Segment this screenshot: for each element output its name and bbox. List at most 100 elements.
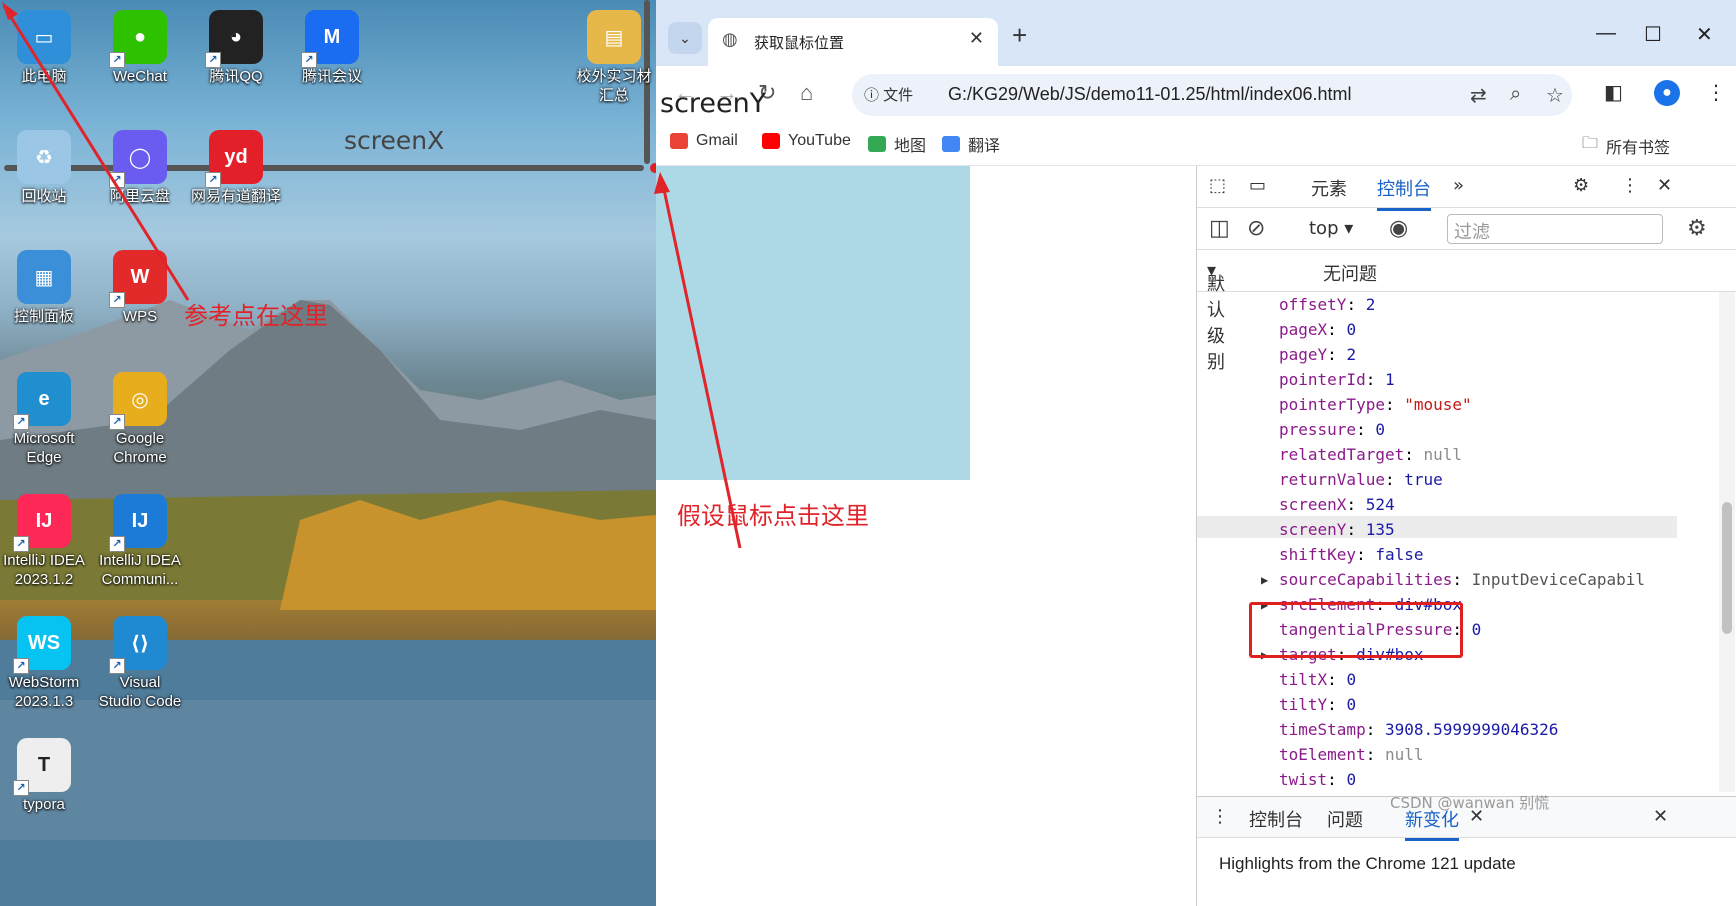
menu-dots-icon[interactable]: ⋮	[1706, 80, 1726, 105]
all-bookmarks-label: 所有书签	[1606, 139, 1671, 157]
window-close-icon[interactable]: ✕	[1696, 22, 1713, 47]
box-element[interactable]	[656, 166, 970, 480]
desktop-icon[interactable]: ◕ ↗ 腾讯QQ	[188, 10, 284, 86]
devtools-close-icon[interactable]: ✕	[1657, 175, 1672, 196]
desktop-icon[interactable]: T ↗ typora	[0, 738, 92, 814]
bookmark-maps[interactable]: 地图	[868, 132, 926, 156]
console-property-row[interactable]: tiltX: 0	[1279, 669, 1356, 691]
desktop-icon[interactable]: e ↗ Microsoft Edge	[0, 372, 92, 467]
minimize-icon[interactable]: —	[1596, 22, 1616, 45]
console-scrollbar[interactable]	[1719, 292, 1735, 792]
console-property-row[interactable]: offsetY: 2	[1279, 294, 1375, 316]
profile-avatar[interactable]: ●	[1654, 80, 1680, 106]
console-property-row[interactable]: tiltY: 0	[1279, 694, 1356, 716]
console-property-row[interactable]: relatedTarget: null	[1279, 444, 1462, 466]
live-expression-eye-icon[interactable]: ◉	[1389, 216, 1408, 241]
console-property-row[interactable]: screenY: 135	[1279, 519, 1395, 541]
bookmark-star-icon[interactable]: ☆	[1546, 83, 1564, 108]
tab-console[interactable]: 控制台	[1377, 175, 1431, 211]
expand-triangle-icon[interactable]: ▶	[1261, 569, 1268, 591]
property-separator: :	[1346, 495, 1366, 514]
desktop-icon[interactable]: ● ↗ WeChat	[92, 10, 188, 86]
device-toolbar-icon[interactable]: ▭	[1249, 175, 1266, 196]
property-separator: :	[1327, 320, 1347, 339]
console-property-row[interactable]: pageX: 0	[1279, 319, 1356, 341]
settings-gear-icon[interactable]: ⚙	[1573, 175, 1589, 196]
console-property-row[interactable]: shiftKey: false	[1279, 544, 1424, 566]
console-property-row[interactable]: toElement: null	[1279, 744, 1424, 766]
console-property-row[interactable]: ▶ sourceCapabilities: InputDeviceCapabil	[1261, 569, 1645, 591]
drawer-tab-console[interactable]: 控制台	[1249, 806, 1303, 832]
hover-highlight-row	[1197, 516, 1677, 538]
property-key: timeStamp	[1279, 720, 1366, 739]
console-property-row[interactable]: pressure: 0	[1279, 419, 1385, 441]
all-bookmarks[interactable]: 🗀 所有书签	[1582, 132, 1670, 159]
zoom-icon[interactable]: ⌕	[1510, 83, 1521, 106]
translate-icon[interactable]: ⇄	[1470, 83, 1487, 108]
home-icon[interactable]: ⌂	[800, 80, 813, 106]
console-property-row[interactable]: pageY: 2	[1279, 344, 1356, 366]
console-property-row[interactable]: pointerId: 1	[1279, 369, 1395, 391]
tab-search-button[interactable]: ⌄	[668, 22, 702, 54]
desktop-icon[interactable]: ♻ 回收站	[0, 130, 92, 206]
tab-elements[interactable]: 元素	[1311, 175, 1347, 201]
edge-icon: e ↗	[13, 372, 71, 430]
clear-console-icon[interactable]: ⊘	[1247, 216, 1265, 241]
desktop-icon[interactable]: IJ ↗ IntelliJ IDEA 2023.1.2	[0, 494, 92, 589]
log-level-select[interactable]: 默认级别 ▾	[1207, 260, 1225, 373]
csdn-watermark: CSDN @wanwan 别慌	[1390, 794, 1550, 812]
property-separator: :	[1327, 670, 1347, 689]
property-key: pressure	[1279, 420, 1357, 439]
drawer-close-icon[interactable]: ✕	[1653, 806, 1668, 827]
console-settings-icon[interactable]: ⚙	[1687, 216, 1707, 241]
close-tab-icon[interactable]: ✕	[969, 28, 984, 49]
bookmark-label: 地图	[894, 138, 927, 155]
devtools-menu-icon[interactable]: ⋮	[1621, 175, 1639, 196]
click-here-label: 假设鼠标点击这里	[677, 502, 869, 530]
inspect-element-icon[interactable]: ⬚	[1209, 175, 1226, 196]
desktop-icon[interactable]: ⟨⟩ ↗ Visual Studio Code	[92, 616, 188, 711]
url-text[interactable]: G:/KG29/Web/JS/demo11-01.25/html/index06…	[948, 84, 1352, 105]
console-property-row[interactable]: screenX: 524	[1279, 494, 1395, 516]
drawer-tab-issues[interactable]: 问题	[1327, 806, 1363, 832]
console-property-row[interactable]: timeStamp: 3908.5999999046326	[1279, 719, 1558, 741]
desktop-icon[interactable]: ◯ ↗ 阿里云盘	[92, 130, 188, 206]
desktop-icon-label: 控制面板	[13, 308, 74, 325]
desktop-icon-label: 网易有道翻译	[190, 188, 281, 205]
desktop-icon[interactable]: yd ↗ 网易有道翻译	[188, 130, 284, 206]
drawer-menu-icon[interactable]: ⋮	[1211, 806, 1229, 827]
property-separator: :	[1365, 745, 1385, 764]
bookmark-youtube[interactable]: YouTube	[762, 132, 851, 150]
property-separator: :	[1346, 295, 1366, 314]
desktop-icon[interactable]: W ↗ WPS	[92, 250, 188, 326]
console-property-row[interactable]: twist: 0	[1279, 769, 1356, 791]
new-tab-button[interactable]: +	[1012, 20, 1027, 51]
site-info-chip[interactable]: ⓘ 文件	[864, 84, 913, 105]
address-bar[interactable]: ⓘ 文件 G:/KG29/Web/JS/demo11-01.25/html/in…	[852, 74, 1572, 116]
desktop-icon[interactable]: ▤ 校外实习材 汇总	[566, 10, 656, 105]
property-value: 135	[1365, 520, 1395, 539]
maximize-icon[interactable]: ☐	[1644, 22, 1662, 47]
desktop-icon[interactable]: ▦ 控制面板	[0, 250, 92, 326]
bookmark-gmail[interactable]: Gmail	[670, 132, 738, 150]
more-tabs-icon[interactable]: »	[1453, 175, 1464, 196]
property-separator: :	[1327, 770, 1347, 789]
sidebar-toggle-icon[interactable]: ◫	[1209, 216, 1230, 241]
context-select[interactable]: top ▾	[1309, 218, 1353, 239]
desktop-icon[interactable]: M ↗ 腾讯会议	[284, 10, 380, 86]
property-value: null	[1384, 745, 1424, 764]
desktop-icon[interactable]: IJ ↗ IntelliJ IDEA Communi...	[92, 494, 188, 589]
bookmark-translate[interactable]: 翻译	[942, 132, 1000, 156]
shortcut-arrow-icon: ↗	[205, 52, 221, 68]
property-key: sourceCapabilities	[1279, 570, 1453, 589]
desktop-icon[interactable]: ◎ ↗ Google Chrome	[92, 372, 188, 467]
side-panel-icon[interactable]: ◧	[1604, 80, 1623, 105]
desktop-icon[interactable]: ▭ 此电脑	[0, 10, 92, 86]
desktop-icon[interactable]: WS ↗ WebStorm 2023.1.3	[0, 616, 92, 711]
filter-input[interactable]: 过滤	[1447, 214, 1663, 244]
issues-link[interactable]: 无问题	[1323, 260, 1377, 286]
scrollbar-thumb[interactable]	[1722, 502, 1732, 634]
devtools-tabs: ⬚ ▭ 元素 控制台 » ⚙ ⋮ ✕	[1197, 166, 1736, 211]
console-property-row[interactable]: pointerType: "mouse"	[1279, 394, 1472, 416]
console-property-row[interactable]: returnValue: true	[1279, 469, 1443, 491]
